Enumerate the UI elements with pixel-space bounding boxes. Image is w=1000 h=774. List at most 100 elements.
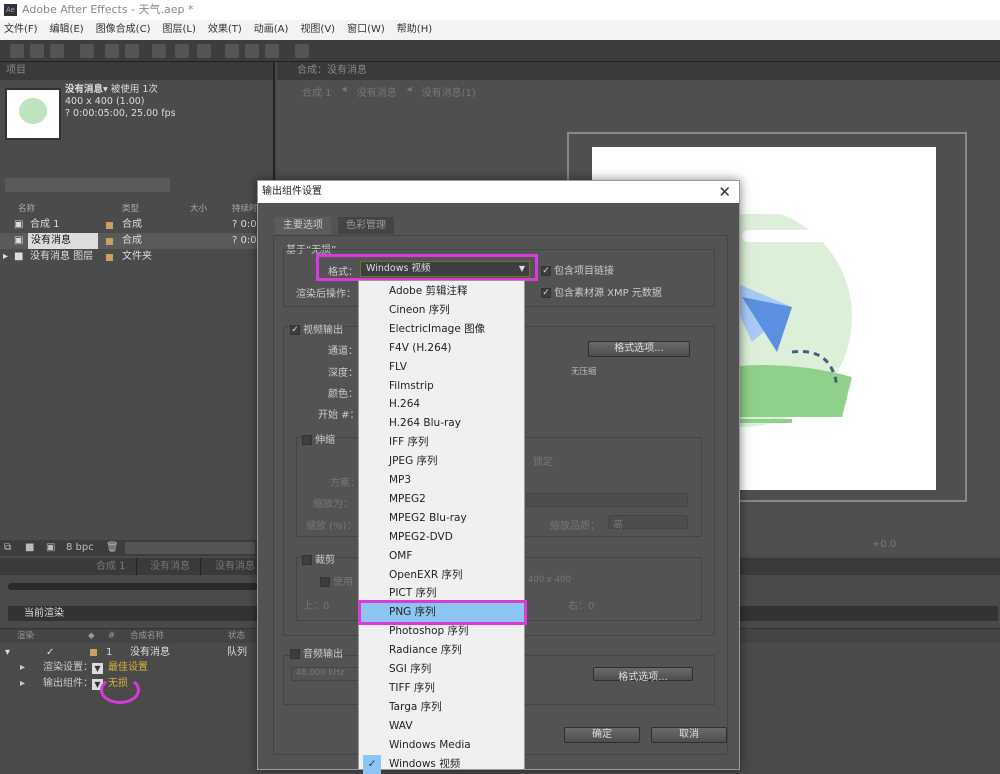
format-option[interactable]: H.264 <box>361 395 524 414</box>
menu-help[interactable]: 帮助(H) <box>397 20 432 40</box>
project-row[interactable]: ▣ 没有消息 合成 ? 0:00 <box>0 233 275 249</box>
format-option[interactable]: F4V (H.264) <box>361 339 524 358</box>
label-color[interactable] <box>106 238 113 245</box>
trash-icon[interactable]: 🗑 <box>106 540 119 556</box>
close-icon[interactable]: ✕ <box>718 181 731 203</box>
label-color[interactable] <box>106 222 113 229</box>
exposure-value[interactable]: +0.0 <box>872 539 896 550</box>
bit-depth[interactable]: 8 bpc <box>66 540 94 556</box>
column-name[interactable]: 名称 <box>18 202 35 214</box>
viewer-tab[interactable]: 合成：没有消息 <box>277 62 1000 80</box>
format-option[interactable]: Radiance 序列 <box>361 641 524 660</box>
label-color[interactable] <box>90 649 97 656</box>
brush-tool-icon[interactable] <box>225 44 239 58</box>
timeline-tab[interactable]: 合成 1 <box>86 558 137 575</box>
zoom-tool-icon[interactable] <box>50 44 64 58</box>
format-option[interactable]: SGI 序列 <box>361 660 524 679</box>
render-queue-item[interactable]: ▾ ✓ 1 没有消息 队列 <box>0 645 260 661</box>
project-panel-tab[interactable]: 项目 <box>0 62 273 80</box>
camera-tool-icon[interactable] <box>105 44 119 58</box>
include-xmp-checkbox[interactable]: ✓ 包含素材源 XMP 元数据 <box>541 284 662 299</box>
new-folder-icon[interactable]: ■ <box>25 540 34 556</box>
menu-window[interactable]: 窗口(W) <box>347 20 385 40</box>
audio-output-checkbox[interactable]: 音频输出 <box>290 645 343 660</box>
selected-item-name[interactable]: 没有消息▾ <box>65 84 108 95</box>
format-option[interactable]: PICT 序列 <box>361 584 524 603</box>
resize-to-select[interactable] <box>526 493 688 507</box>
crop-top-field[interactable]: 上：0 <box>303 597 329 612</box>
breadcrumb-item[interactable]: 没有消息 <box>357 84 397 99</box>
column-comp-name[interactable]: 合成名称 <box>130 629 164 644</box>
format-option[interactable]: MPEG2-DVD <box>361 528 524 547</box>
menu-layer[interactable]: 图层(L) <box>162 20 195 40</box>
menu-edit[interactable]: 编辑(E) <box>50 20 84 40</box>
column-status[interactable]: 状态 <box>228 629 245 644</box>
format-option[interactable]: Photoshop 序列 <box>361 622 524 641</box>
menu-effect[interactable]: 效果(T) <box>208 20 242 40</box>
project-row[interactable]: ▣ 合成 1 合成 ? 0:00 <box>0 217 275 233</box>
crop-right-field[interactable]: 右：0 <box>568 597 594 612</box>
pan-behind-tool-icon[interactable] <box>125 44 139 58</box>
format-option[interactable]: Cineon 序列 <box>361 301 524 320</box>
menu-view[interactable]: 视图(V) <box>300 20 335 40</box>
puppet-tool-icon[interactable] <box>295 44 309 58</box>
format-option[interactable]: WAV <box>361 717 524 736</box>
hand-tool-icon[interactable] <box>30 44 44 58</box>
text-tool-icon[interactable] <box>197 44 211 58</box>
selection-tool-icon[interactable] <box>10 44 24 58</box>
project-search-input[interactable] <box>5 178 170 192</box>
format-option[interactable]: Filmstrip <box>361 377 524 396</box>
breadcrumb-item[interactable]: 合成 1 <box>302 84 332 99</box>
column-number[interactable]: # <box>108 629 115 644</box>
format-option[interactable]: IFF 序列 <box>361 433 524 452</box>
column-render[interactable]: 渲染 <box>17 629 34 644</box>
format-option[interactable]: Adobe 剪辑注释 <box>361 282 524 301</box>
label-tag-icon[interactable]: ◆ <box>88 629 95 644</box>
format-option[interactable]: ElectricImage 图像 <box>361 320 524 339</box>
format-option[interactable]: FLV <box>361 358 524 377</box>
menu-animation[interactable]: 动画(A) <box>254 20 289 40</box>
clone-tool-icon[interactable] <box>245 44 259 58</box>
use-roi-checkbox[interactable]: 使用 <box>320 573 353 588</box>
new-composition-icon[interactable]: ▣ <box>46 540 55 556</box>
expand-arrow-icon[interactable]: ▸ <box>20 676 25 692</box>
ok-button[interactable]: 确定 <box>564 727 640 743</box>
eraser-tool-icon[interactable] <box>265 44 279 58</box>
format-option[interactable]: ✓ Windows 视频 <box>361 754 524 774</box>
tab-main-options[interactable]: 主要选项 <box>275 217 331 234</box>
format-option[interactable]: PNG 序列 <box>358 600 527 626</box>
column-type[interactable]: 类型 <box>122 202 139 214</box>
collapse-arrow-icon[interactable]: ▾ <box>5 645 10 661</box>
resize-checkbox[interactable]: 伸缩 <box>302 431 335 446</box>
crop-checkbox[interactable]: 裁剪 <box>302 551 335 566</box>
breadcrumb-item[interactable]: 没有消息(1) <box>422 84 476 99</box>
expand-arrow-icon[interactable]: ▸ <box>3 249 8 265</box>
rotate-tool-icon[interactable] <box>80 44 94 58</box>
shape-tool-icon[interactable] <box>152 44 166 58</box>
dropdown-arrow-icon[interactable]: ▼ <box>92 663 103 674</box>
cancel-button[interactable]: 取消 <box>651 727 727 743</box>
render-settings-link[interactable]: 最佳设置 <box>108 660 148 676</box>
format-option[interactable]: Targa 序列 <box>361 698 524 717</box>
include-project-link-checkbox[interactable]: ✓ 包含项目链接 <box>541 262 614 277</box>
format-option[interactable]: H.264 Blu-ray <box>361 414 524 433</box>
format-option[interactable]: TIFF 序列 <box>361 679 524 698</box>
format-option[interactable]: MPEG2 <box>361 490 524 509</box>
video-output-checkbox[interactable]: ✓ 视频输出 <box>290 321 343 336</box>
format-option[interactable]: OpenEXR 序列 <box>361 566 524 585</box>
label-color[interactable] <box>106 254 113 261</box>
format-option[interactable]: MPEG2 Blu-ray <box>361 509 524 528</box>
menu-file[interactable]: 文件(F) <box>4 20 38 40</box>
format-options-button[interactable]: 格式选项... <box>588 341 690 357</box>
tab-color-management[interactable]: 色彩管理 <box>338 217 394 234</box>
format-option[interactable]: Windows Media <box>361 736 524 755</box>
resize-quality-select[interactable]: 高 <box>608 515 688 531</box>
interpret-footage-icon[interactable]: ⧉ <box>4 540 11 556</box>
format-option[interactable]: MP3 <box>361 471 524 490</box>
project-row[interactable]: ▸ ■ 没有消息 图层 文件夹 <box>0 249 275 265</box>
column-size[interactable]: 大小 <box>190 202 207 214</box>
pen-tool-icon[interactable] <box>175 44 189 58</box>
menu-composition[interactable]: 图像合成(C) <box>96 20 151 40</box>
audio-rate-select[interactable]: 48.000 kHz <box>291 667 361 681</box>
format-option[interactable]: OMF <box>361 547 524 566</box>
